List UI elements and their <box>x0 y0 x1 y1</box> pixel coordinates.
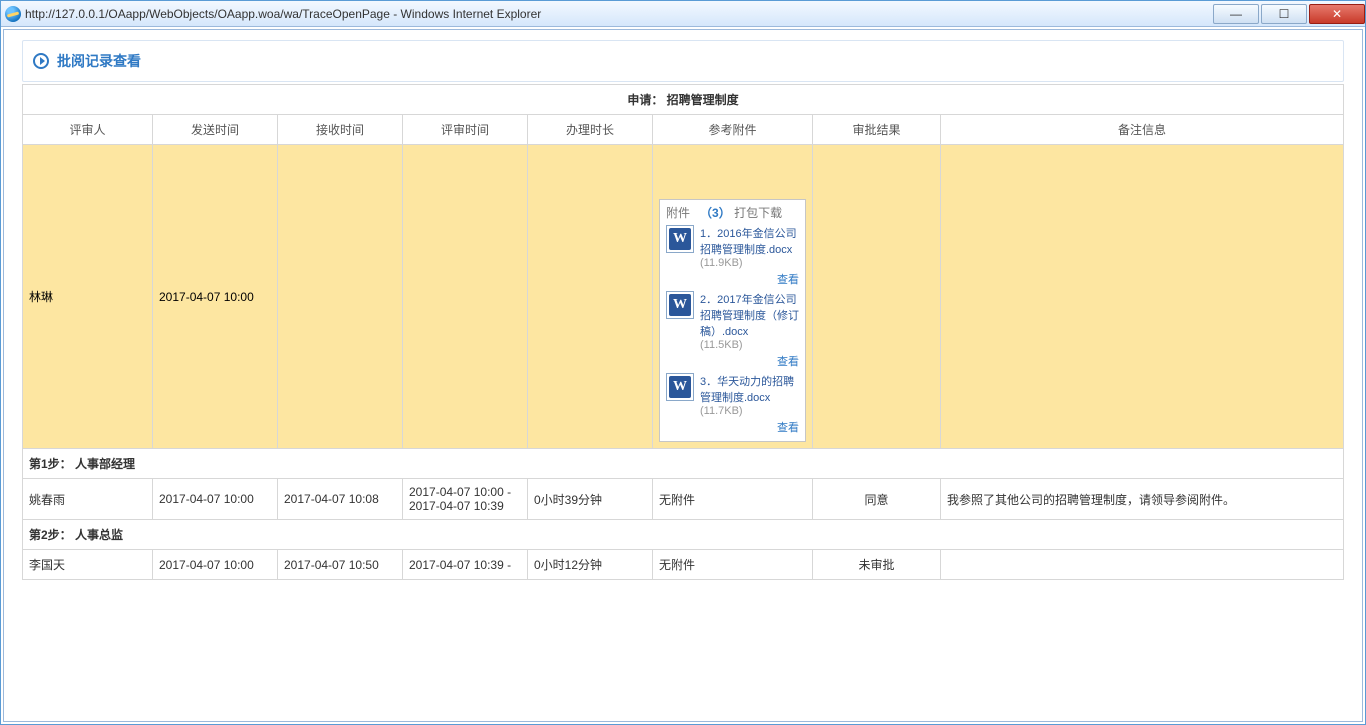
cell-result: 未审批 <box>813 550 941 580</box>
cell-result: 同意 <box>813 479 941 520</box>
cell-review-time: 2017-04-07 10:39 - <box>403 550 528 580</box>
col-review-time: 评审时间 <box>403 115 528 145</box>
download-all-link[interactable]: 打包下载 <box>734 206 782 220</box>
request-row: 申请： 招聘管理制度 <box>23 85 1344 115</box>
maximize-button[interactable]: ☐ <box>1261 4 1307 24</box>
panel-title-text: 批阅记录查看 <box>57 51 141 71</box>
attachment-view-link[interactable]: 查看 <box>700 271 799 287</box>
cell-recv-time: 2017-04-07 10:08 <box>278 479 403 520</box>
word-icon: W <box>666 225 694 253</box>
attachment-item: W 2．2017年金信公司招聘管理制度（修订稿）.docx (11.5KB) 查… <box>666 291 799 369</box>
attachments-box: 附件 （3） 打包下载 W 1．2016年金信公司招聘管理制度.docx (11… <box>659 199 806 442</box>
col-attachments: 参考附件 <box>653 115 813 145</box>
attachment-size: (11.5KB) <box>700 339 799 351</box>
attachment-size: (11.7KB) <box>700 405 799 417</box>
cell-duration: 0小时39分钟 <box>528 479 653 520</box>
window-title: http://127.0.0.1/OAapp/WebObjects/OAapp.… <box>25 7 1211 21</box>
arrow-right-icon <box>33 53 49 69</box>
attachment-name[interactable]: 3．华天动力的招聘管理制度.docx <box>700 373 799 405</box>
close-button[interactable]: ✕ <box>1309 4 1365 24</box>
cell-attachments: 无附件 <box>653 550 813 580</box>
cell-send-time: 2017-04-07 10:00 <box>153 479 278 520</box>
col-reviewer: 评审人 <box>23 115 153 145</box>
originator-row: 林琳 2017-04-07 10:00 附件 （3） 打包下载 <box>23 145 1344 449</box>
cell-attachments: 无附件 <box>653 479 813 520</box>
col-send-time: 发送时间 <box>153 115 278 145</box>
col-recv-time: 接收时间 <box>278 115 403 145</box>
cell-duration: 0小时12分钟 <box>528 550 653 580</box>
attachment-name[interactable]: 2．2017年金信公司招聘管理制度（修订稿）.docx <box>700 291 799 339</box>
cell-review-time <box>403 145 528 449</box>
col-remark: 备注信息 <box>941 115 1344 145</box>
word-icon: W <box>666 291 694 319</box>
step1-header: 第1步： 人事部经理 <box>23 449 1344 479</box>
cell-recv-time: 2017-04-07 10:50 <box>278 550 403 580</box>
panel-title: 批阅记录查看 <box>22 40 1344 82</box>
cell-send-time: 2017-04-07 10:00 <box>153 145 278 449</box>
cell-reviewer: 姚春雨 <box>23 479 153 520</box>
col-duration: 办理时长 <box>528 115 653 145</box>
cell-remark <box>941 550 1344 580</box>
attachments-header: 附件 （3） 打包下载 <box>666 204 799 221</box>
col-result: 审批结果 <box>813 115 941 145</box>
cell-result <box>813 145 941 449</box>
cell-reviewer: 李国天 <box>23 550 153 580</box>
attachment-name[interactable]: 1．2016年金信公司招聘管理制度.docx <box>700 225 799 257</box>
attachment-view-link[interactable]: 查看 <box>700 419 799 435</box>
request-title: 申请： 招聘管理制度 <box>23 85 1344 115</box>
cell-reviewer: 林琳 <box>23 145 153 449</box>
content-frame: 批阅记录查看 申请： 招聘管理制度 评审人 <box>1 27 1365 724</box>
attachment-size: (11.9KB) <box>700 257 799 269</box>
cell-attachments: 附件 （3） 打包下载 W 1．2016年金信公司招聘管理制度.docx (11… <box>653 145 813 449</box>
header-row: 评审人 发送时间 接收时间 评审时间 办理时长 参考附件 审批结果 备注信息 <box>23 115 1344 145</box>
step2-label: 第2步： 人事总监 <box>23 520 1344 550</box>
ie-icon <box>5 6 21 22</box>
content-scroll[interactable]: 批阅记录查看 申请： 招聘管理制度 评审人 <box>3 29 1363 722</box>
cell-review-time: 2017-04-07 10:00 - 2017-04-07 10:39 <box>403 479 528 520</box>
review-table: 申请： 招聘管理制度 评审人 发送时间 接收时间 评审时间 办理时长 参考附件 … <box>22 84 1344 580</box>
cell-recv-time <box>278 145 403 449</box>
attachment-item: W 1．2016年金信公司招聘管理制度.docx (11.9KB) 查看 <box>666 225 799 287</box>
attach-count: 3 <box>712 206 719 220</box>
step2-row: 李国天 2017-04-07 10:00 2017-04-07 10:50 20… <box>23 550 1344 580</box>
cell-send-time: 2017-04-07 10:00 <box>153 550 278 580</box>
step2-header: 第2步： 人事总监 <box>23 520 1344 550</box>
step1-row: 姚春雨 2017-04-07 10:00 2017-04-07 10:08 20… <box>23 479 1344 520</box>
attachment-item: W 3．华天动力的招聘管理制度.docx (11.7KB) 查看 <box>666 373 799 435</box>
titlebar: http://127.0.0.1/OAapp/WebObjects/OAapp.… <box>1 1 1365 27</box>
minimize-button[interactable]: — <box>1213 4 1259 24</box>
word-icon: W <box>666 373 694 401</box>
cell-duration <box>528 145 653 449</box>
cell-remark <box>941 145 1344 449</box>
attach-label: 附件 <box>666 206 690 220</box>
attachment-view-link[interactable]: 查看 <box>700 353 799 369</box>
browser-window: http://127.0.0.1/OAapp/WebObjects/OAapp.… <box>0 0 1366 725</box>
cell-remark: 我参照了其他公司的招聘管理制度，请领导参阅附件。 <box>941 479 1344 520</box>
step1-label: 第1步： 人事部经理 <box>23 449 1344 479</box>
